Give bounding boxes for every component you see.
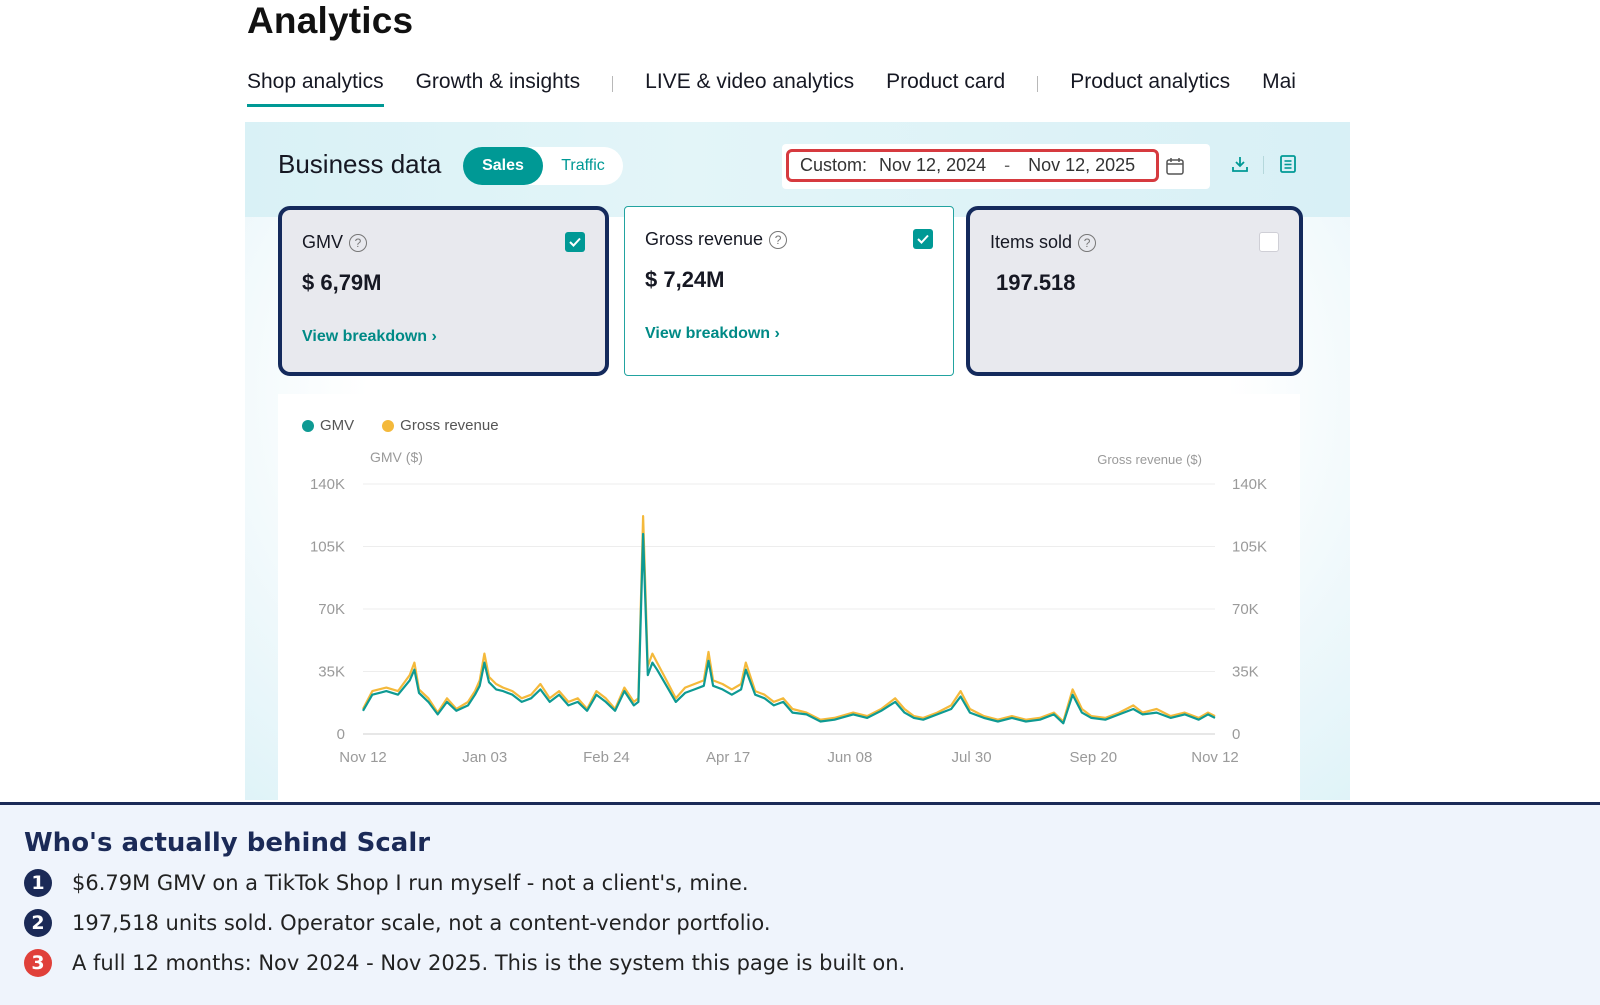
y-tick-label-right: 105K (1232, 539, 1267, 556)
metric-name-text: GMV (302, 232, 344, 252)
y-tick-label-left: 35K (318, 664, 345, 681)
date-start: Nov 12, 2024 (879, 155, 987, 175)
metric-name-text: Gross revenue (645, 229, 764, 249)
business-data-title: Business data (278, 149, 442, 179)
tab-product-analytics[interactable]: Product analytics (1070, 70, 1230, 104)
y-tick-label-left: 140K (310, 476, 345, 493)
note-item: 2 197,518 units sold. Operator scale, no… (24, 909, 771, 937)
report-icon[interactable] (1279, 154, 1297, 174)
date-separator: - (1004, 155, 1011, 175)
x-tick-label: Nov 12 (1191, 749, 1239, 766)
x-tick-label: Apr 17 (706, 749, 750, 766)
y-axis-label-left: GMV ($) (370, 449, 423, 465)
view-breakdown-link[interactable]: View breakdown › (302, 328, 437, 346)
view-breakdown-link[interactable]: View breakdown › (645, 325, 780, 343)
metric-name: GMV? (302, 232, 368, 253)
metric-name: Gross revenue? (645, 229, 788, 250)
tab-growth-insights[interactable]: Growth & insights (416, 70, 581, 104)
note-item: 1 $6.79M GMV on a TikTok Shop I run myse… (24, 869, 749, 897)
tab-divider (612, 76, 614, 92)
date-range-label: Custom: (800, 155, 868, 175)
analytics-screenshot: Analytics Shop analytics Growth & insigh… (238, 0, 1362, 800)
y-tick-label-left: 0 (337, 726, 345, 743)
y-tick-label-right: 35K (1232, 664, 1259, 681)
sales-toggle-option[interactable]: Sales (463, 147, 543, 185)
metric-card-gmv[interactable]: GMV? $ 6,79M View breakdown › (278, 206, 609, 376)
metric-value: 197.518 (996, 270, 1076, 295)
metric-value: $ 6,79M (302, 270, 382, 295)
tab-product-card[interactable]: Product card (886, 70, 1005, 104)
help-icon[interactable]: ? (349, 233, 368, 252)
note-text: $6.79M GMV on a TikTok Shop I run myself… (72, 871, 749, 895)
tab-divider (1037, 76, 1039, 92)
x-tick-label: Feb 24 (583, 749, 630, 766)
y-tick-label-left: 70K (318, 601, 345, 618)
note-item: 3 A full 12 months: Nov 2024 - Nov 2025.… (24, 949, 905, 977)
tab-marketing-truncated[interactable]: Mai (1262, 70, 1296, 104)
notes-section: Who's actually behind Scalr 1 $6.79M GMV… (0, 802, 1600, 1005)
y-tick-label-right: 0 (1232, 726, 1240, 743)
metric-checkbox-checked[interactable] (565, 232, 585, 252)
chart-card: GMV Gross revenue 0 0 35K 35K 70K 70K 105K 105K… (278, 394, 1300, 800)
notes-title: Who's actually behind Scalr (24, 828, 431, 858)
tab-shop-analytics[interactable]: Shop analytics (247, 70, 384, 107)
metric-checkbox-unchecked[interactable] (1259, 232, 1279, 252)
note-number-badge: 2 (24, 909, 52, 937)
sales-traffic-toggle: Sales Traffic (463, 147, 623, 185)
date-range-highlight[interactable]: Custom: Nov 12, 2024 - Nov 12, 2025 (786, 149, 1159, 182)
date-end: Nov 12, 2025 (1028, 155, 1136, 175)
x-tick-label: Sep 20 (1070, 749, 1118, 766)
x-tick-label: Jul 30 (952, 749, 992, 766)
calendar-icon[interactable] (1165, 156, 1185, 176)
y-tick-label-right: 70K (1232, 601, 1259, 618)
analytics-tabs: Shop analytics Growth & insights LIVE & … (247, 70, 1328, 107)
note-text: 197,518 units sold. Operator scale, not … (72, 911, 771, 935)
metric-name-text: Items sold (990, 232, 1073, 252)
y-tick-label-right: 140K (1232, 476, 1267, 493)
help-icon[interactable]: ? (1078, 233, 1097, 252)
check-icon (569, 237, 581, 247)
y-tick-label-left: 105K (310, 539, 345, 556)
business-data-panel: Business data Sales Traffic Custom: Nov … (245, 122, 1350, 800)
note-number-badge: 3 (24, 949, 52, 977)
download-icon[interactable] (1231, 155, 1249, 173)
metric-checkbox-checked[interactable] (913, 229, 933, 249)
gmv-revenue-line-chart: 0 0 35K 35K 70K 70K 105K 105K 140K 140K GMV ($) Gro… (310, 449, 1267, 766)
metric-value: $ 7,24M (645, 267, 725, 292)
date-picker[interactable]: Custom: Nov 12, 2024 - Nov 12, 2025 (782, 144, 1210, 189)
metric-name: Items sold? (990, 232, 1097, 253)
metric-card-gross-revenue[interactable]: Gross revenue? $ 7,24M View breakdown › (624, 206, 954, 376)
y-axis-label-right: Gross revenue ($) (1097, 452, 1202, 467)
check-icon (917, 234, 929, 244)
note-text: A full 12 months: Nov 2024 - Nov 2025. T… (72, 951, 906, 975)
page-title: Analytics (247, 0, 414, 41)
note-number-badge: 1 (24, 869, 52, 897)
metric-card-items-sold[interactable]: Items sold? 197.518 (966, 206, 1303, 376)
series-line (362, 532, 1216, 725)
x-tick-label: Jan 03 (462, 749, 507, 766)
icon-divider (1263, 156, 1264, 174)
help-icon[interactable]: ? (769, 230, 788, 249)
traffic-toggle-option[interactable]: Traffic (543, 157, 623, 175)
x-tick-label: Jun 08 (827, 749, 872, 766)
x-tick-label: Nov 12 (339, 749, 387, 766)
tab-live-video-analytics[interactable]: LIVE & video analytics (645, 70, 854, 104)
